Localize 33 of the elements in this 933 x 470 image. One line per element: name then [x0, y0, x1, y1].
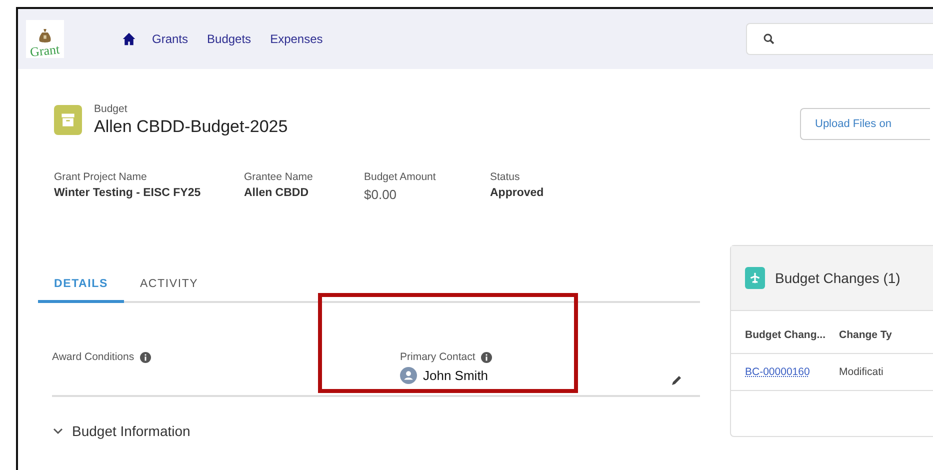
- search-icon: [763, 33, 775, 45]
- nav-link[interactable]: Grants: [152, 32, 188, 46]
- nav-link[interactable]: Budgets: [207, 32, 252, 46]
- section-title[interactable]: Budget Information: [72, 423, 190, 439]
- table-cell-text: Modificati: [839, 366, 884, 378]
- home-icon[interactable]: [122, 32, 136, 46]
- field-value: Approved: [490, 187, 545, 199]
- upload-files-button[interactable]: Upload Files on: [800, 108, 930, 140]
- field-value: $0.00: [364, 187, 398, 202]
- info-icon[interactable]: [481, 352, 492, 362]
- tab[interactable]: ACTIVITY: [124, 272, 214, 301]
- field-label: Award Conditions: [52, 351, 134, 363]
- column-header[interactable]: Budget Chang...: [745, 329, 839, 341]
- field-value: Winter Testing - EISC FY25: [54, 187, 202, 199]
- field-label: Budget Amount: [364, 171, 437, 183]
- card-title: Budget Changes (1): [775, 270, 900, 286]
- column-header[interactable]: Change Ty: [839, 329, 933, 341]
- record-title: Allen CBDD-Budget-2025: [94, 117, 288, 137]
- nav-link[interactable]: Expenses: [270, 32, 323, 46]
- field-label: Grant Project Name: [54, 171, 148, 183]
- search-field[interactable]: [746, 23, 933, 55]
- field-label: Status: [490, 171, 521, 183]
- field-label: Primary Contact: [400, 351, 476, 363]
- user-avatar-icon: [400, 367, 417, 384]
- field-value: Allen CBDD: [244, 187, 310, 199]
- logo-text: Grant: [30, 42, 60, 60]
- pencil-icon[interactable]: [670, 375, 682, 387]
- money-bag-icon: [38, 28, 52, 44]
- record-link[interactable]: BC-00000160: [745, 366, 839, 378]
- field-label: Grantee Name: [244, 171, 314, 183]
- record-type-label: Budget: [94, 103, 128, 115]
- info-icon[interactable]: [140, 352, 152, 362]
- contact-link[interactable]: John Smith: [423, 368, 488, 383]
